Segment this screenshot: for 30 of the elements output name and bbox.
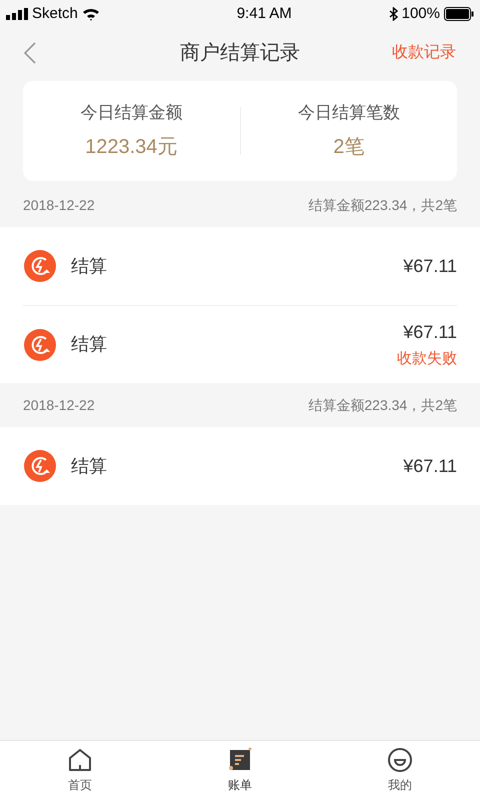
group-date: 2018-12-22 [23, 196, 95, 214]
record-status: 收款失败 [397, 348, 457, 369]
signal-icon [6, 8, 28, 20]
lightning-icon [23, 249, 57, 283]
record-amount: ¥67.11 [403, 254, 457, 278]
record-name: 结算 [71, 454, 108, 478]
battery-icon [444, 7, 474, 21]
record-name: 结算 [71, 333, 108, 356]
back-icon [24, 42, 36, 64]
lightning-icon [23, 449, 57, 483]
bluetooth-icon [388, 7, 398, 21]
tab-item[interactable]: 我的 [320, 741, 480, 800]
record-amount: ¥67.11 [403, 454, 457, 478]
record-name: 结算 [71, 254, 108, 278]
group-total: 结算金额223.34，共2笔 [308, 396, 457, 414]
summary-value: 1223.34元 [85, 134, 178, 160]
wifi-icon [82, 8, 100, 20]
summary-label: 今日结算金额 [80, 102, 182, 124]
summary-value: 2笔 [333, 134, 364, 160]
group-date: 2018-12-22 [23, 396, 95, 414]
record-amount: ¥67.11 [403, 320, 457, 344]
tab-item[interactable]: 账单 [160, 741, 320, 800]
carrier-name: Sketch [32, 4, 78, 24]
battery-percent: 100% [402, 4, 440, 24]
summary-label: 今日结算笔数 [298, 102, 400, 124]
lightning-icon [23, 328, 57, 362]
clock-time: 9:41 AM [236, 4, 292, 24]
tab-item[interactable]: 首页 [0, 741, 160, 800]
group-total: 结算金额223.34，共2笔 [308, 196, 457, 214]
page-title: 商户结算记录 [180, 41, 300, 66]
